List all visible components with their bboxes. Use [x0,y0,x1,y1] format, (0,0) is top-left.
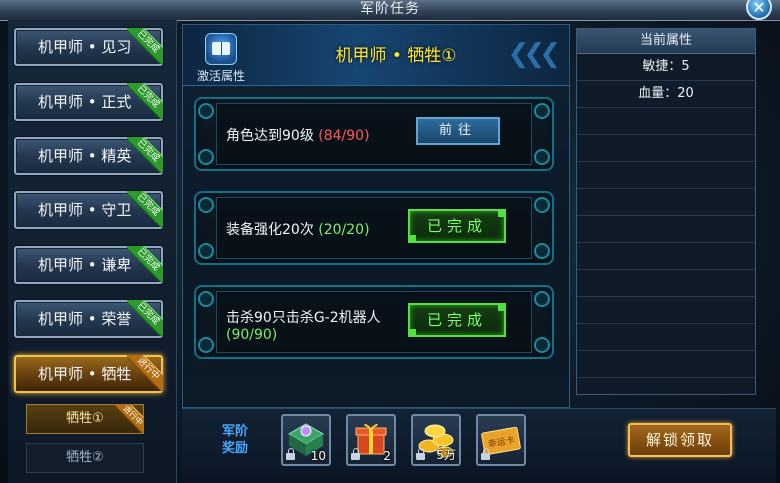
chevron-decoration-icon: ❮❮❮ [507,39,561,69]
rank-label: 机甲师 • 牺牲 [38,365,132,383]
rank-item[interactable]: 机甲师 • 荣誉 已完成 [14,300,163,338]
reward-count: 10 [310,449,326,463]
status-ribbon: 已完成 [127,246,163,282]
frame-knob-icon [198,149,214,165]
activate-attribute-label: 激活属性 [197,69,246,83]
frame-knob-icon [198,337,214,353]
frame-knob-icon [198,197,214,213]
status-ribbon: 进行中 [127,355,163,391]
attribute-row: 敏捷：5 [577,54,755,81]
rank-label: 机甲师 • 荣誉 [38,310,132,328]
bound-lock-icon [286,448,295,460]
frame-knob-icon [198,243,214,259]
attribute-row: 血量：20 [577,81,755,108]
go-button[interactable]: 前往 [416,117,500,145]
reward-count: 5万 [436,448,456,462]
status-ribbon: 进行中 [115,405,143,433]
rank-label: 机甲师 • 守卫 [38,201,132,219]
task-title: 机甲师 • 牺牲① [335,46,457,66]
status-ribbon: 已完成 [127,83,163,119]
task-row: 击杀90只击杀G-2机器人 (90/90) 已完成 [186,281,562,363]
task-row: 装备强化20次 (20/20) 已完成 [186,187,562,269]
task-header: 激活属性 机甲师 • 牺牲① ❮❮❮ [183,25,569,86]
status-ribbon: 已完成 [127,137,163,173]
attribute-heading: 当前属性 [577,29,755,54]
window-title: 军阶任务 [360,1,420,17]
frame-knob-icon [534,291,550,307]
bound-lock-icon [416,448,425,460]
frame-knob-icon [534,103,550,119]
bound-lock-icon [351,448,360,460]
rank-item[interactable]: 机甲师 • 守卫 已完成 [14,191,163,229]
task-row: 角色达到90级 (84/90) 前往 [186,93,562,175]
completed-badge: 已完成 [408,209,506,243]
rank-item-active[interactable]: 机甲师 • 牺牲 进行中 [14,355,163,393]
reward-item[interactable]: 5万 [411,414,461,466]
completed-badge: 已完成 [408,303,506,337]
frame-knob-icon [534,243,550,259]
task-panel: 激活属性 机甲师 • 牺牲① ❮❮❮ 角色达到90级 (84/90) 前往 装备… [182,24,570,408]
task-progress: (84/90) [318,128,370,144]
rank-label: 机甲师 • 正式 [38,93,132,111]
rank-item[interactable]: 机甲师 • 正式 已完成 [14,83,163,121]
task-description: 装备强化20次 (20/20) [226,222,370,238]
rank-item[interactable]: 机甲师 • 谦卑 已完成 [14,246,163,284]
rank-item[interactable]: 机甲师 • 见习 已完成 [14,28,163,66]
bound-lock-icon [481,448,490,460]
reward-count: 2 [383,449,391,463]
task-description: 角色达到90级 (84/90) [226,128,370,144]
task-description: 击杀90只击杀G-2机器人 (90/90) [226,310,381,343]
title-bar: 军阶任务 [0,0,780,21]
reward-item[interactable]: 幸运卡 [476,414,526,466]
unlock-claim-button[interactable]: 解锁领取 [628,423,732,457]
frame-knob-icon [534,149,550,165]
reward-item[interactable]: 10 [281,414,331,466]
frame-knob-icon [534,197,550,213]
reward-item[interactable]: 2 [346,414,396,466]
task-progress: (90/90) [226,327,278,343]
book-icon[interactable] [205,33,237,65]
attribute-panel: 当前属性 敏捷：5 血量：20 [576,28,756,395]
frame-knob-icon [198,291,214,307]
subtask-label: 牺牲② [66,450,104,465]
rank-label: 机甲师 • 谦卑 [38,256,132,274]
status-ribbon: 已完成 [127,191,163,227]
status-ribbon: 已完成 [127,28,163,64]
subtask-label: 牺牲① [66,411,104,426]
subtask-item-active[interactable]: 牺牲① 进行中 [26,404,144,434]
rank-item[interactable]: 机甲师 • 精英 已完成 [14,137,163,175]
frame-knob-icon [198,103,214,119]
subtask-item[interactable]: 牺牲② [26,443,144,473]
close-icon: ✕ [752,0,766,17]
rank-label: 机甲师 • 精英 [38,147,132,165]
game-window: 军阶任务 ✕ 机甲师 • 见习 已完成 机甲师 • 正式 已完成 机甲师 • 精… [0,0,780,483]
reward-label: 军阶 奖励 [221,424,248,456]
status-ribbon: 已完成 [127,300,163,336]
rank-label: 机甲师 • 见习 [38,38,132,56]
task-progress: (20/20) [318,222,370,238]
frame-knob-icon [534,337,550,353]
